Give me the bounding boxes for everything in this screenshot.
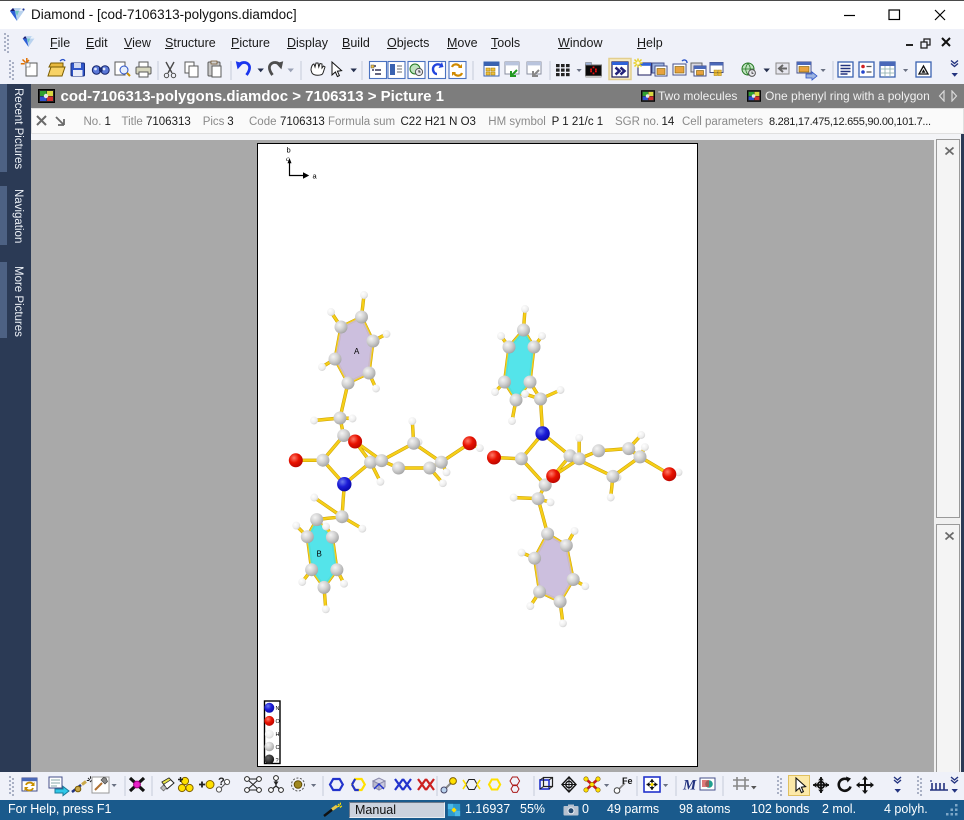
svg-text:O: O <box>276 719 281 725</box>
svg-text:a: a <box>313 172 318 181</box>
svg-text:Fe: Fe <box>622 776 633 786</box>
svg-text:A: A <box>354 347 360 356</box>
svg-text:M: M <box>682 778 697 794</box>
svg-text:N: N <box>276 706 280 712</box>
svg-text:B: B <box>317 550 322 559</box>
svg-text:H: H <box>276 732 280 738</box>
svg-text:?: ? <box>276 758 279 764</box>
svg-text:C: C <box>276 745 280 751</box>
